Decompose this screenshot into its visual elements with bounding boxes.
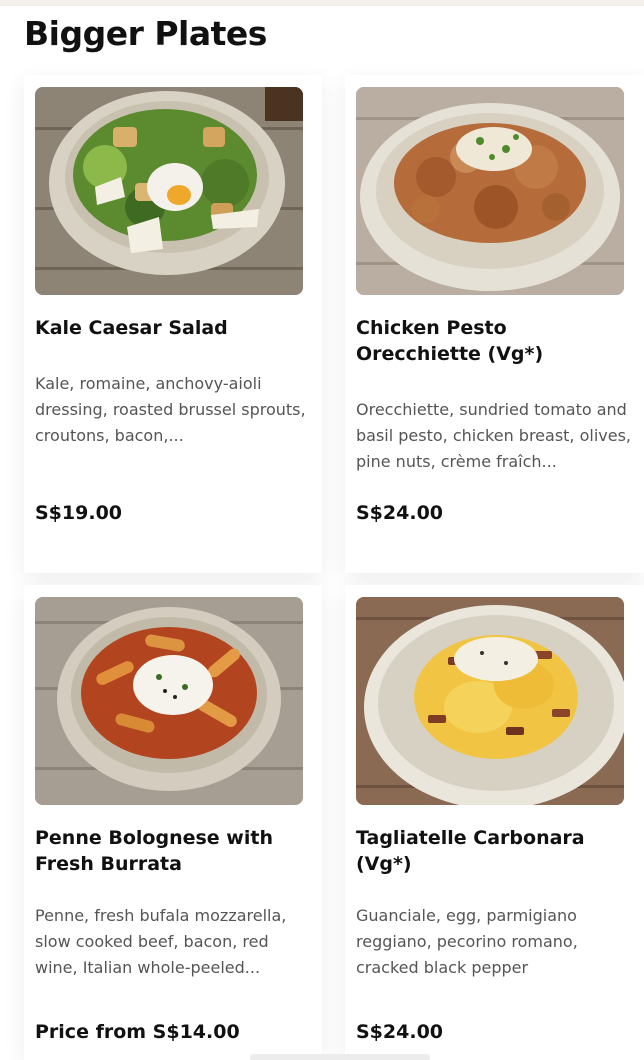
menu-item-card[interactable]: Kale Caesar Salad Kale, romaine, anchovy… bbox=[24, 75, 322, 573]
menu-item-name: Tagliatelle Carbonara (Vg*) bbox=[356, 827, 585, 875]
menu-item-name: Kale Caesar Salad bbox=[35, 317, 228, 339]
section-title: Bigger Plates bbox=[24, 14, 267, 53]
menu-item-price: S$24.00 bbox=[356, 1021, 444, 1043]
menu-item-description: Kale, romaine, anchovy-aioli dressing, r… bbox=[35, 374, 306, 445]
menu-item-price: S$24.00 bbox=[356, 502, 444, 524]
carbonara-dish-image[interactable] bbox=[356, 597, 624, 805]
menu-item-name: Chicken Pesto Orecchiette (Vg*) bbox=[356, 317, 544, 365]
menu-item-description: Penne, fresh bufala mozzarella, slow coo… bbox=[35, 906, 287, 977]
menu-item-description: Orecchiette, sundried tomato and basil p… bbox=[356, 400, 632, 471]
menu-item-price: Price from S$14.00 bbox=[35, 1021, 240, 1043]
bottom-sheet-handle bbox=[250, 1054, 430, 1060]
top-divider bbox=[0, 0, 644, 6]
pasta-dish-image[interactable] bbox=[356, 87, 624, 295]
menu-page: Bigger Plates Kale Caesar Salad Kale, ro… bbox=[0, 0, 644, 1060]
menu-item-card[interactable]: Tagliatelle Carbonara (Vg*) Guanciale, e… bbox=[345, 585, 644, 1060]
menu-item-name: Penne Bolognese with Fresh Burrata bbox=[35, 827, 273, 875]
penne-dish-image[interactable] bbox=[35, 597, 303, 805]
salad-dish-image[interactable] bbox=[35, 87, 303, 295]
menu-item-price: S$19.00 bbox=[35, 502, 123, 524]
menu-item-description: Guanciale, egg, parmigiano reggiano, pec… bbox=[356, 906, 578, 977]
menu-item-card[interactable]: Chicken Pesto Orecchiette (Vg*) Orecchie… bbox=[345, 75, 644, 573]
menu-item-card[interactable]: Penne Bolognese with Fresh Burrata Penne… bbox=[24, 585, 322, 1060]
